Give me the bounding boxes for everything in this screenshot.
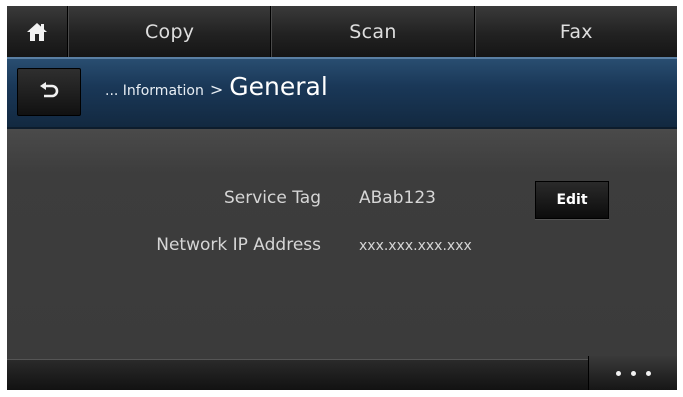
tab-copy[interactable]: Copy xyxy=(68,6,272,57)
back-arrow-icon xyxy=(40,82,59,98)
bottom-bar xyxy=(7,356,677,390)
top-tab-bar: Copy Scan Fax xyxy=(7,6,677,57)
network-ip-label: Network IP Address xyxy=(156,235,321,255)
tab-scan[interactable]: Scan xyxy=(271,6,475,57)
home-button[interactable] xyxy=(7,6,68,57)
more-dots-icon xyxy=(615,371,621,376)
breadcrumb: ... Information > General xyxy=(105,72,328,108)
network-ip-value: xxx.xxx.xxx.xxx xyxy=(359,238,472,254)
general-info-panel: Service Tag ABab123 Edit Network IP Addr… xyxy=(7,129,677,349)
printer-screen: Copy Scan Fax ... Information > General … xyxy=(7,6,677,390)
edit-button[interactable]: Edit xyxy=(535,181,609,219)
service-tag-label: Service Tag xyxy=(223,188,321,208)
tab-fax[interactable]: Fax xyxy=(474,6,677,57)
more-dots-icon xyxy=(630,371,636,376)
page-title: General xyxy=(229,72,328,101)
home-icon xyxy=(27,22,47,41)
title-bar: ... Information > General xyxy=(7,57,677,129)
service-tag-value: ABab123 xyxy=(359,188,436,208)
breadcrumb-path: ... Information xyxy=(105,83,204,99)
more-dots-icon xyxy=(645,371,651,376)
back-button[interactable] xyxy=(17,68,81,116)
more-button[interactable] xyxy=(588,356,677,390)
breadcrumb-separator: > xyxy=(209,80,224,99)
